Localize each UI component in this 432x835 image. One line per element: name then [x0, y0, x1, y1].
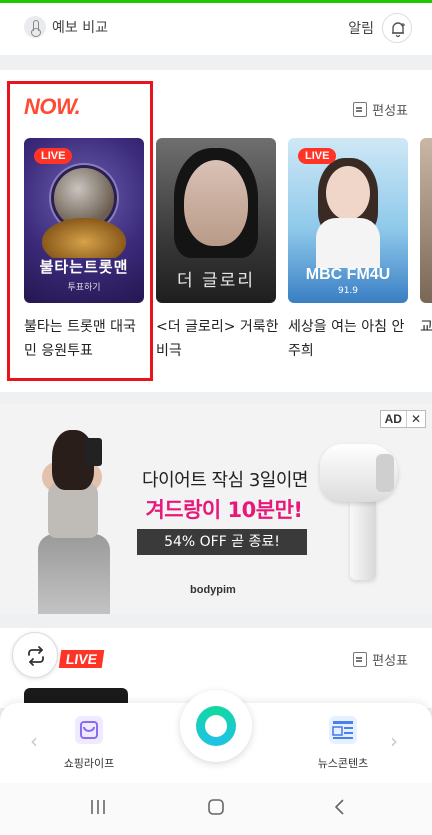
schedule-icon	[353, 652, 368, 667]
weather-compare-label: 예보 비교	[52, 20, 108, 36]
face-graphic	[326, 166, 370, 220]
green-dot-button[interactable]	[180, 690, 252, 762]
thermometer-icon	[24, 16, 46, 38]
ad-brand: bodypim	[190, 584, 236, 596]
ad-model-torso	[48, 482, 98, 538]
refresh-button[interactable]	[12, 632, 58, 678]
schedule-icon	[353, 102, 368, 117]
ad-model-image	[22, 422, 122, 614]
shopping-bag-icon	[72, 713, 106, 747]
now-item-4[interactable]: 교	[420, 138, 432, 339]
now-item-3-thumb-title: MBC FM4U	[305, 266, 391, 283]
live-tag[interactable]: LIVE	[58, 650, 105, 668]
weather-compare-link[interactable]: 예보 비교	[24, 16, 108, 38]
dock-prev-icon[interactable]: ‹	[30, 729, 38, 753]
ad-banner[interactable]: AD ✕ 다이어트 작심 3일이면 겨드랑이 10분만! 54% OFF 곧 종…	[0, 404, 432, 614]
dock-news-content[interactable]: 뉴스콘텐츠	[298, 713, 388, 771]
now-item-2-thumb-title: 더 글로리	[177, 271, 255, 291]
system-nav-bar	[0, 783, 432, 835]
now-item-3-thumb-sub: 91.9	[337, 286, 359, 296]
live-badge: LIVE	[298, 148, 337, 164]
home-icon[interactable]	[206, 797, 226, 821]
ad-headline: 다이어트 작심 3일이면	[142, 470, 308, 491]
phone-graphic	[84, 438, 102, 466]
now-item-2-caption[interactable]: <더 글로리> 거룩한비극	[156, 315, 280, 363]
back-icon[interactable]	[330, 797, 350, 821]
device-handle-graphic	[350, 498, 376, 580]
dock-next-icon[interactable]: ›	[390, 729, 398, 753]
now-item-3-thumbnail[interactable]: MBC FM4U 91.9 LIVE	[288, 138, 408, 303]
dock-shopping-life[interactable]: 쇼핑라이프	[44, 713, 134, 771]
top-bar: 예보 비교 알림	[0, 3, 432, 55]
ad-badge: AD ✕	[379, 410, 426, 428]
now-item-2-thumbnail[interactable]: 더 글로리	[156, 138, 276, 303]
bell-plus-icon	[392, 22, 405, 38]
now-schedule-link[interactable]: 편성표	[353, 100, 408, 119]
now-item-3[interactable]: MBC FM4U 91.9 LIVE 세상을 여는 아침 안주희	[288, 138, 408, 363]
body-graphic	[316, 218, 380, 268]
live-schedule-label: 편성표	[372, 654, 408, 669]
ad-product-image	[320, 444, 400, 584]
now-item-3-caption[interactable]: 세상을 여는 아침 안주희	[288, 315, 412, 363]
alarm-area: 알림	[348, 13, 412, 43]
alarm-label[interactable]: 알림	[348, 18, 374, 38]
device-face-graphic	[376, 454, 394, 492]
now-item-4-caption[interactable]: 교	[420, 315, 432, 339]
now-schedule-label: 편성표	[372, 104, 408, 119]
recent-apps-icon[interactable]	[88, 797, 108, 821]
face-graphic	[184, 160, 248, 246]
highlight-box	[7, 81, 153, 381]
refresh-icon	[28, 646, 44, 666]
live-schedule-link[interactable]: 편성표	[353, 650, 408, 669]
dock-shopping-life-label: 쇼핑라이프	[63, 757, 115, 770]
dock-news-content-label: 뉴스콘텐츠	[317, 757, 369, 770]
ad-offer: 54% OFF 곧 종료!	[137, 529, 307, 555]
ad-model-legs	[38, 534, 110, 614]
ad-highlight-text: 겨드랑이 10분만!	[145, 498, 303, 522]
ad-close-icon[interactable]: ✕	[405, 411, 425, 427]
alarm-button[interactable]	[382, 13, 412, 43]
now-item-2[interactable]: 더 글로리 <더 글로리> 거룩한비극	[156, 138, 279, 363]
now-item-4-thumbnail[interactable]	[420, 138, 432, 303]
ad-label: AD	[384, 412, 402, 426]
news-icon	[326, 713, 360, 747]
